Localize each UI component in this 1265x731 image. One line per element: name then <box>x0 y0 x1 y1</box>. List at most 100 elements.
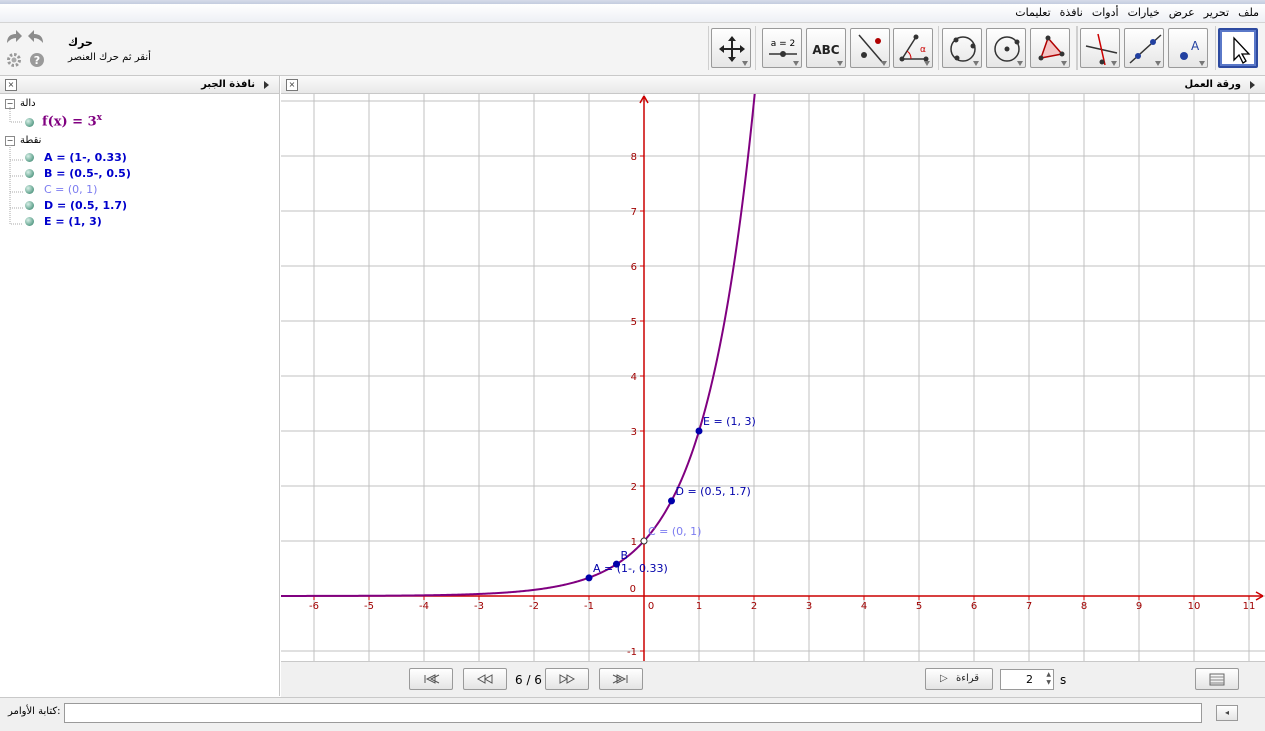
line-tool[interactable] <box>1124 28 1164 68</box>
svg-text:α: α <box>920 45 926 55</box>
x-tick-label: -6 <box>309 601 319 612</box>
gear-icon[interactable] <box>6 52 22 68</box>
close-icon[interactable]: × <box>286 79 298 91</box>
dropdown-triangle-icon <box>1017 61 1023 66</box>
algebra-item-point-d[interactable]: D = (0.5, 1.7) <box>44 199 127 212</box>
current-tool-help: أنقر ثم حرك العنصر <box>68 52 151 63</box>
x-tick-label: 1 <box>696 601 702 612</box>
menu-options[interactable]: خيارات <box>1128 6 1160 19</box>
dropdown-triangle-icon <box>837 61 843 66</box>
graphics-view-header: × ورقة العمل <box>281 76 1265 94</box>
polygon-tool[interactable] <box>1030 28 1070 68</box>
command-input[interactable] <box>64 703 1202 723</box>
dropdown-triangle-icon <box>1199 61 1205 66</box>
rewind-icon <box>476 674 493 684</box>
circle-with-center-tool[interactable] <box>986 28 1026 68</box>
text-tool[interactable]: ABC <box>806 28 846 68</box>
point-label-b: B <box>621 549 629 562</box>
animation-controls: 6 / 6 ▷ قراءة 2 ▲ ▼ s <box>281 661 1265 698</box>
toolbar: ? حرك أنقر ثم حرك العنصر a = 2 ABC α A <box>0 23 1265 76</box>
y-tick-label: 8 <box>631 152 637 163</box>
cursor-arrow-icon <box>1233 36 1251 64</box>
dropdown-triangle-icon <box>793 61 799 66</box>
first-step-button[interactable] <box>409 668 453 690</box>
point-tool[interactable]: A <box>1168 28 1208 68</box>
y-tick-label: 6 <box>631 262 637 273</box>
menu-file[interactable]: ملف <box>1238 6 1259 19</box>
svg-text:a = 2: a = 2 <box>771 39 796 49</box>
current-tool-name: حرك <box>68 36 93 49</box>
x-tick-label: 10 <box>1188 601 1201 612</box>
move-tool[interactable] <box>1218 28 1258 68</box>
point-d <box>668 497 675 505</box>
x-tick-label: 8 <box>1081 601 1087 612</box>
move-graphics-view-tool[interactable] <box>711 28 751 68</box>
last-step-button[interactable] <box>599 668 643 690</box>
function-graph-curve <box>281 94 756 597</box>
y-tick-label: 1 <box>631 537 637 548</box>
y-tick-label: 7 <box>631 207 637 218</box>
angle-tool[interactable]: α <box>893 28 933 68</box>
x-tick-label: -1 <box>584 601 594 612</box>
svg-text:A: A <box>1191 39 1200 53</box>
menu-view[interactable]: عرض <box>1169 6 1195 19</box>
skip-to-start-icon <box>424 674 440 684</box>
speed-value: 2 <box>1026 673 1033 686</box>
dropdown-triangle-icon <box>1111 61 1117 66</box>
dropdown-triangle-icon <box>881 61 887 66</box>
dropdown-triangle-icon <box>1155 61 1161 66</box>
play-icon: ▷ <box>940 673 948 684</box>
help-icon[interactable]: ? <box>29 52 45 68</box>
menu-edit[interactable]: تحرير <box>1204 6 1229 19</box>
speed-unit: s <box>1060 673 1067 687</box>
dropdown-triangle-icon <box>973 61 979 66</box>
graphics-view: × ورقة العمل -6 -5 -4 -3 -2 -1 0 1 2 3 4 5 6 7 8 9 10 11-… <box>281 76 1265 661</box>
spin-arrows-icon[interactable]: ▲ ▼ <box>1046 671 1051 687</box>
y-tick-label: 4 <box>631 372 637 383</box>
point-c <box>640 537 648 545</box>
perpendicular-line-tool[interactable] <box>1080 28 1120 68</box>
y-tick-label: 3 <box>631 427 637 438</box>
x-tick-label: 0 <box>648 601 654 612</box>
point-label-a: A = (1-, 0.33) <box>593 562 668 575</box>
x-tick-label: -4 <box>419 601 429 612</box>
input-bar: كتابة الأوامر: ◂ <box>0 697 1265 731</box>
graphing-canvas[interactable]: -6 -5 -4 -3 -2 -1 0 1 2 3 4 5 6 7 8 9 10 11 -1 0 1 2 3 4 5 6 7 8 A =… <box>281 94 1265 661</box>
slider-tool[interactable]: a = 2 <box>762 28 802 68</box>
point-label-c: C = (0, 1) <box>648 525 701 538</box>
menu-bar: ملف تحرير عرض خيارات أدوات نافذة تعليمات <box>0 4 1265 23</box>
y-tick-label: -1 <box>627 647 637 658</box>
expand-arrow-icon[interactable] <box>1250 81 1255 89</box>
algebra-item-point-b[interactable]: B = (0.5-, 0.5) <box>44 167 131 180</box>
expand-arrow-icon[interactable] <box>264 81 269 89</box>
algebra-item-point-e[interactable]: E = (1, 3) <box>44 215 102 228</box>
input-help-button[interactable]: ◂ <box>1216 705 1238 721</box>
close-icon[interactable]: × <box>5 79 17 91</box>
speed-stepper[interactable]: 2 ▲ ▼ <box>1000 669 1054 690</box>
algebra-item-function[interactable]: f(x) = 3x <box>42 113 102 129</box>
algebra-item-point-c[interactable]: C = (0, 1) <box>44 183 97 196</box>
menu-help[interactable]: تعليمات <box>1015 6 1050 19</box>
menu-tools[interactable]: أدوات <box>1092 6 1119 19</box>
x-tick-label: 4 <box>861 601 867 612</box>
step-counter: 6 / 6 <box>515 673 542 687</box>
x-tick-label: 3 <box>806 601 812 612</box>
y-tick-label: 2 <box>631 482 637 493</box>
svg-text:ABC: ABC <box>812 43 839 57</box>
undo-icon[interactable] <box>26 28 46 46</box>
menu-window[interactable]: نافذة <box>1060 6 1083 19</box>
construction-protocol-button[interactable] <box>1195 668 1239 690</box>
previous-step-button[interactable] <box>463 668 507 690</box>
next-step-button[interactable] <box>545 668 589 690</box>
function-definition: f(x) = 3 <box>42 114 97 130</box>
dropdown-triangle-icon <box>924 61 930 66</box>
algebra-view-title: نافذة الجبر <box>201 79 255 90</box>
y-tick-label: 0 <box>630 584 636 595</box>
x-tick-label: -5 <box>364 601 374 612</box>
reflect-tool[interactable] <box>850 28 890 68</box>
redo-icon[interactable] <box>4 28 24 46</box>
play-button[interactable]: ▷ قراءة <box>925 668 993 690</box>
algebra-item-point-a[interactable]: A = (1-, 0.33) <box>44 151 127 164</box>
circle-through-three-points-tool[interactable] <box>942 28 982 68</box>
svg-text:?: ? <box>34 54 40 67</box>
